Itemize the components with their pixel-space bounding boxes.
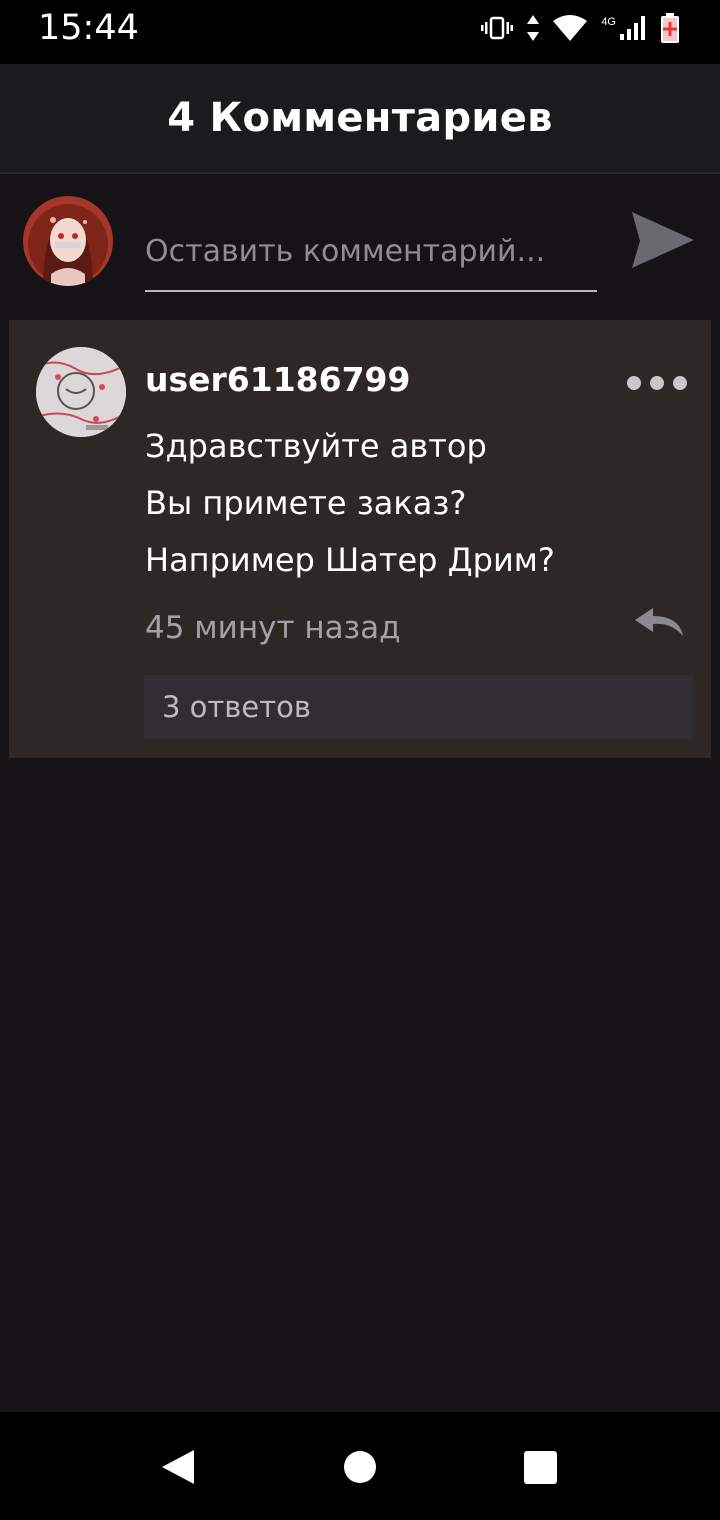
back-icon[interactable]	[160, 1448, 196, 1486]
comment-timestamp: 45 минут назад	[145, 610, 401, 646]
current-user-avatar[interactable]	[23, 196, 113, 286]
page-title: 4 Комментариев	[167, 95, 553, 141]
dot	[627, 376, 641, 390]
signal-icon	[620, 16, 646, 40]
recents-icon[interactable]	[524, 1451, 557, 1484]
network-label: 4G	[601, 16, 616, 28]
comment-author-avatar[interactable]	[36, 347, 126, 437]
comments-header: 4 Комментариев	[0, 64, 720, 174]
status-bar: 15:44 4G	[0, 0, 720, 64]
home-icon[interactable]	[344, 1451, 376, 1483]
send-icon[interactable]	[630, 210, 696, 274]
dot	[673, 376, 687, 390]
comment-line: Здравствуйте автор	[145, 427, 487, 465]
more-options-icon[interactable]	[627, 370, 691, 396]
wifi-icon	[553, 15, 588, 41]
status-icons: 4G	[481, 10, 680, 46]
comment-line: Например Шатер Дрим?	[145, 541, 555, 579]
navigation-bar	[0, 1412, 720, 1520]
comment-composer	[0, 174, 720, 320]
comment-input[interactable]	[145, 212, 597, 292]
comment-card: user61186799 Здравствуйте автор Вы приме…	[9, 320, 711, 758]
battery-icon	[660, 13, 680, 43]
data-arrows-icon	[527, 15, 540, 41]
comment-username[interactable]: user61186799	[145, 360, 410, 399]
replies-label: 3 ответов	[162, 690, 311, 724]
comment-text: Здравствуйте автор Вы примете заказ? Нап…	[145, 418, 685, 589]
status-time: 15:44	[38, 8, 139, 48]
dot	[650, 376, 664, 390]
vibrate-icon	[481, 16, 514, 40]
reply-icon[interactable]	[631, 604, 687, 640]
comment-line: Вы примете заказ?	[145, 484, 467, 522]
view-replies-button[interactable]: 3 ответов	[144, 675, 693, 739]
